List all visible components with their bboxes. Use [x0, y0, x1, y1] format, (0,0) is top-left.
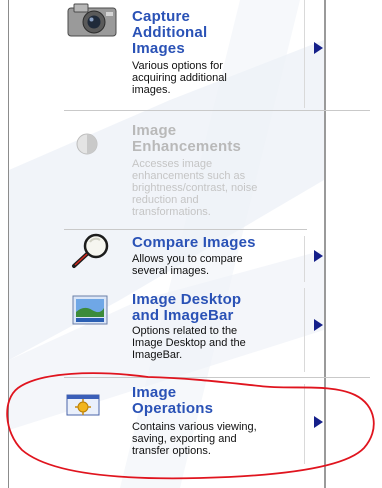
task-panel: Capture Additional Images Various option… — [0, 0, 382, 488]
red-circle-annotation — [6, 372, 375, 480]
